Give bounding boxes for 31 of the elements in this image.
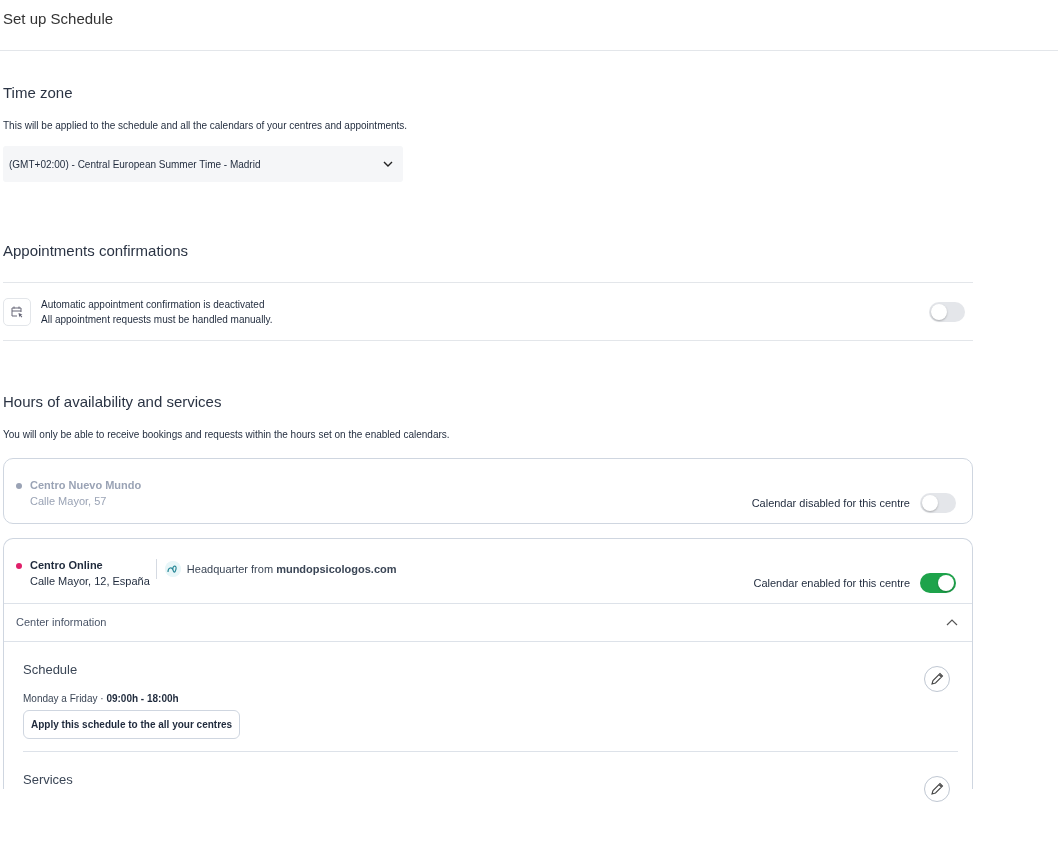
toggle-switch[interactable] [929, 301, 965, 322]
calendar-status-label: Calendar disabled for this centre [751, 497, 910, 509]
chevron-down-icon [383, 161, 393, 167]
section-heading: Time zone [3, 84, 74, 102]
page-title: Set up Schedule [0, 0, 1058, 51]
centre-name: Centro Online [30, 559, 104, 571]
apply-schedule-button[interactable]: Apply this schedule to the all your centres [23, 710, 241, 739]
centre-address: Calle Mayor, 12, España [30, 575, 150, 587]
section-description: This will be applied to the schedule and all the calendars of your centres and appointments. [3, 120, 409, 131]
section-heading: Appointments confirmations [3, 242, 190, 260]
calendar-status-label: Calendar enabled for this centre [753, 577, 910, 589]
edit-button[interactable] [924, 776, 950, 802]
edit-button[interactable] [924, 666, 950, 692]
pencil-icon [930, 782, 944, 796]
time-zone-select[interactable]: (GMT+02:00) - Central European Summer Time - Madrid [3, 146, 403, 182]
toggle-switch[interactable] [920, 493, 956, 513]
center-information-header[interactable]: Center information [4, 603, 972, 642]
setting-subtitle: All appointment requests must be handled manually. [41, 312, 273, 327]
section-title: Schedule [23, 662, 79, 677]
section-description: You will only be able to receive bookings and requests within the hours set on the enabled calendars. [3, 429, 451, 440]
headquarter-text: Headquarter from mundopsicologos.com [186, 563, 397, 575]
section-heading: Hours of availability and services [3, 393, 223, 411]
section-title: Services [23, 772, 74, 787]
centre-name: Centro Nuevo Mundo [30, 479, 142, 491]
chevron-icon [946, 618, 958, 626]
setting-title: Automatic appointment confirmation is deactivated [41, 297, 266, 312]
centre-address: Calle Mayor, 57 [30, 495, 108, 507]
toggle-switch[interactable] [920, 573, 956, 593]
schedule-hours: Monday a Friday · 09:00h - 18:00h [23, 693, 180, 704]
pencil-icon [930, 672, 944, 686]
calendar-cursor-icon [3, 297, 31, 326]
